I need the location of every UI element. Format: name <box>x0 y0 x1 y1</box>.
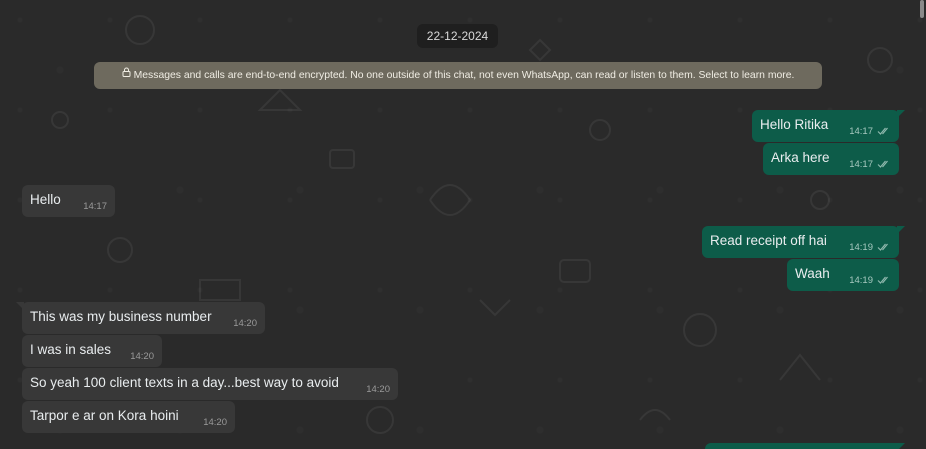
encryption-notice[interactable]: Messages and calls are end-to-end encryp… <box>94 62 822 89</box>
message-bubble-incoming[interactable]: This was my business number 14:20 <box>16 302 265 334</box>
message-time: 14:20 <box>130 351 154 362</box>
message-time: 14:19 <box>849 275 873 286</box>
message-bubble-incoming[interactable]: Tarpor e ar on Kora hoini 14:20 <box>22 401 235 433</box>
message-bubble-incoming[interactable]: So yeah 100 client texts in a day...best… <box>22 368 398 400</box>
read-receipt-icon <box>877 276 888 284</box>
message-bubble-outgoing[interactable]: Arka here 14:17 <box>763 143 899 175</box>
message-text: I was in sales <box>30 342 112 357</box>
message-time: 14:17 <box>849 159 873 170</box>
bubble-tail <box>897 110 905 118</box>
message-text: Arka here <box>771 150 830 165</box>
message-bubble-outgoing[interactable]: Waah 14:19 <box>787 259 899 291</box>
date-chip: 22-12-2024 <box>417 24 498 48</box>
scrollbar[interactable] <box>920 0 924 18</box>
lock-icon <box>122 62 131 88</box>
message-bubble-incoming[interactable]: Hello 14:17 <box>22 185 115 217</box>
message-text: Hello <box>30 192 61 207</box>
message-text: This was my business number <box>30 309 212 324</box>
read-receipt-icon <box>877 127 888 135</box>
message-time: 14:17 <box>83 201 107 212</box>
encryption-notice-text: Messages and calls are end-to-end encryp… <box>133 70 795 81</box>
message-text: Hello Ritika <box>760 117 829 132</box>
message-time: 14:20 <box>233 318 257 329</box>
message-bubble-outgoing[interactable]: Read receipt off hai 14:19 <box>702 226 905 258</box>
message-time: 14:20 <box>366 384 390 395</box>
message-text: Tarpor e ar on Kora hoini <box>30 408 179 423</box>
message-bubble-incoming[interactable]: I was in sales 14:20 <box>22 335 162 367</box>
chat-area: 22-12-2024 Messages and calls are end-to… <box>0 0 926 449</box>
bubble-tail <box>16 302 24 310</box>
message-time: 14:19 <box>849 242 873 253</box>
message-text: Waah <box>795 266 830 281</box>
bubble-tail <box>897 226 905 234</box>
bubble-tail <box>897 443 905 449</box>
message-bubble-outgoing-partial[interactable] <box>705 443 905 449</box>
read-receipt-icon <box>877 160 888 168</box>
message-text: Read receipt off hai <box>710 233 827 248</box>
message-time: 14:17 <box>849 126 873 137</box>
message-text: So yeah 100 client texts in a day...best… <box>30 375 339 390</box>
read-receipt-icon <box>877 243 888 251</box>
message-bubble-outgoing[interactable]: Hello Ritika 14:17 <box>752 110 905 142</box>
message-time: 14:20 <box>203 417 227 428</box>
